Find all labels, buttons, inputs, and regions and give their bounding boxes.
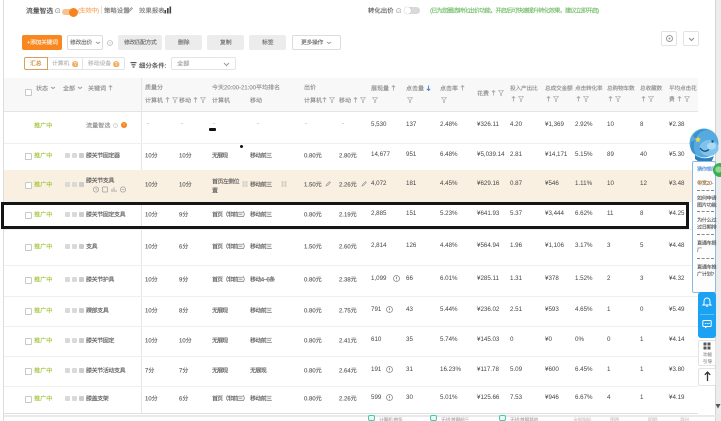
svg-text:?: ? [73,62,76,68]
svg-text:?: ? [115,123,117,127]
svg-text:?: ? [115,62,118,68]
